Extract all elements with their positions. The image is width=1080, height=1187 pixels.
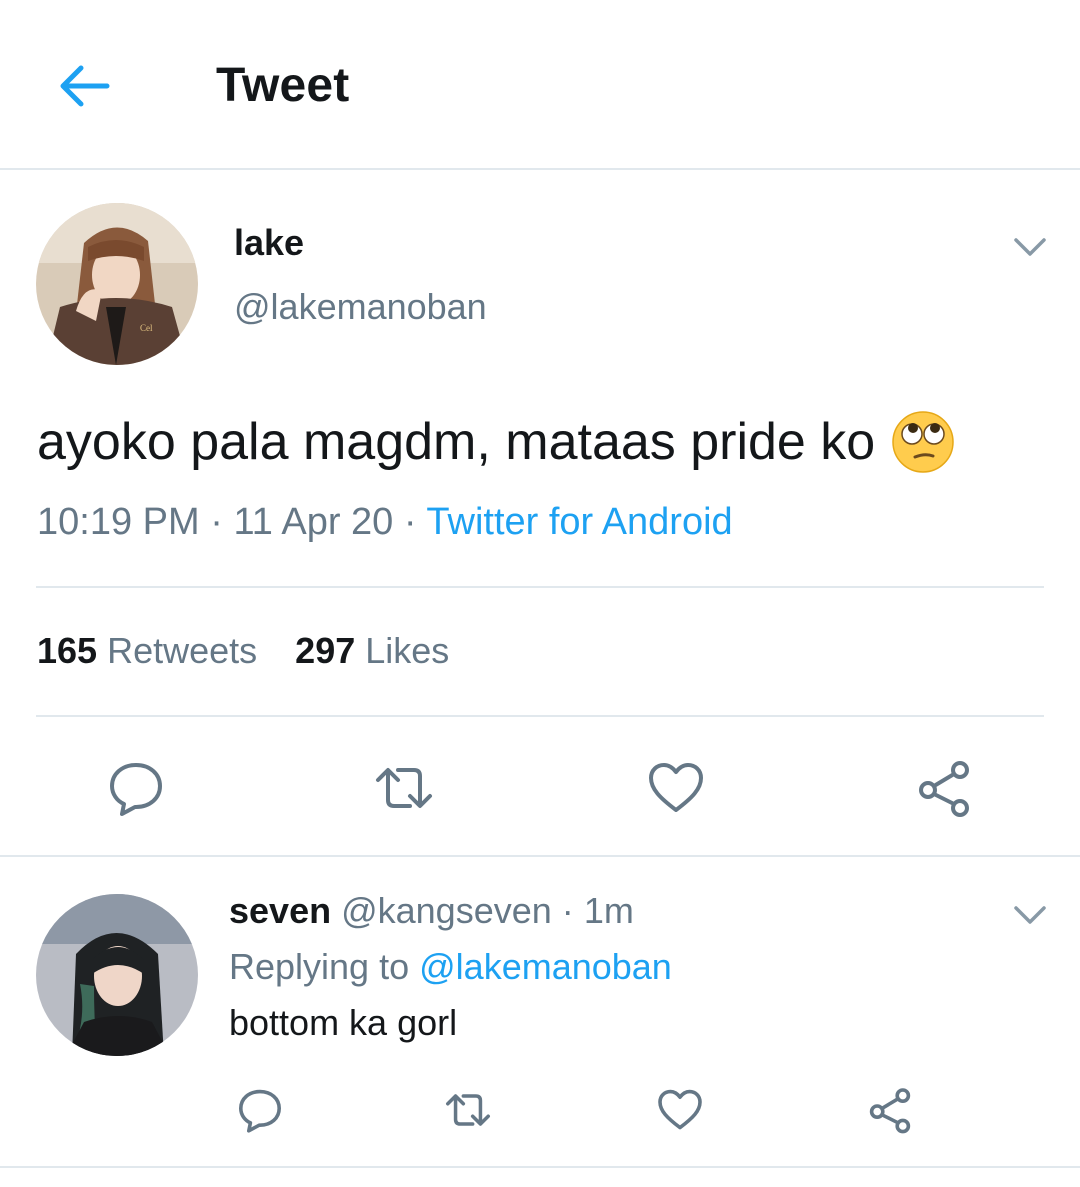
like-icon	[658, 1089, 702, 1130]
reply-icon	[239, 1089, 281, 1133]
like-icon	[649, 763, 703, 812]
likes-count: 297	[295, 630, 356, 671]
replying-to-label: Replying to	[229, 946, 410, 987]
top-bar: Tweet	[0, 0, 1080, 170]
retweet-icon	[376, 768, 432, 808]
reply-text: bottom ka gorl	[229, 1002, 458, 1043]
divider	[36, 586, 1044, 588]
meta-separator: ·	[561, 890, 574, 931]
reply-reply-button[interactable]	[232, 1082, 288, 1138]
tweet-text-content: ayoko pala magdm, mataas pride ko	[37, 413, 876, 471]
chevron-down-icon	[1014, 906, 1046, 924]
divider	[0, 1166, 1080, 1168]
tweet-menu-button[interactable]	[1010, 232, 1050, 262]
author-name[interactable]: lake	[234, 222, 304, 264]
likes-stat[interactable]: 297 Likes	[295, 630, 449, 671]
retweets-stat[interactable]: 165 Retweets	[37, 630, 257, 671]
meta-separator: ·	[403, 501, 417, 543]
reply-menu-button[interactable]	[1010, 900, 1050, 930]
divider	[0, 855, 1080, 857]
svg-text:Cel: Cel	[140, 323, 153, 333]
share-icon	[869, 1088, 911, 1134]
reply-button[interactable]	[100, 752, 172, 824]
tweet-date: 11 Apr 20	[233, 501, 394, 543]
face-with-rolling-eyes-icon	[892, 411, 954, 473]
reply-retweet-button[interactable]	[440, 1082, 496, 1138]
replying-to: Replying to @lakemanoban	[229, 946, 672, 988]
reply-share-button[interactable]	[862, 1082, 918, 1138]
reply-author-avatar[interactable]	[36, 894, 198, 1056]
reply-time: 1m	[583, 890, 634, 931]
retweet-button[interactable]	[368, 752, 440, 824]
page-title: Tweet	[216, 59, 350, 112]
reply-author-handle[interactable]: @kangseven	[341, 890, 552, 931]
meta-separator: ·	[210, 501, 223, 543]
like-button[interactable]	[640, 752, 712, 824]
reply-icon	[110, 763, 162, 816]
back-button[interactable]	[52, 58, 114, 114]
retweet-icon	[446, 1094, 490, 1126]
tweet-meta: 10:19 PM · 11 Apr 20 · Twitter for Andro…	[37, 501, 733, 544]
likes-label: Likes	[365, 630, 450, 671]
divider	[36, 715, 1044, 717]
tweet-text: ayoko pala magdm, mataas pride ko	[37, 410, 955, 474]
retweets-count: 165	[37, 630, 98, 671]
share-icon	[919, 761, 969, 817]
author-avatar[interactable]: Cel	[36, 203, 198, 365]
reply-author-name[interactable]: seven	[229, 890, 331, 931]
tweet-time: 10:19 PM	[37, 501, 200, 543]
reply-like-button[interactable]	[652, 1082, 708, 1138]
author-handle[interactable]: @lakemanoban	[234, 286, 487, 328]
replying-to-mention[interactable]: @lakemanoban	[419, 946, 672, 987]
chevron-down-icon	[1014, 238, 1046, 256]
retweets-label: Retweets	[107, 630, 258, 671]
arrow-left-icon	[60, 65, 110, 107]
tweet-stats: 165 Retweets 297 Likes	[37, 630, 449, 672]
reply-header: seven @kangseven · 1m	[229, 890, 634, 932]
tweet-source-link[interactable]: Twitter for Android	[426, 501, 732, 543]
share-button[interactable]	[908, 752, 980, 824]
